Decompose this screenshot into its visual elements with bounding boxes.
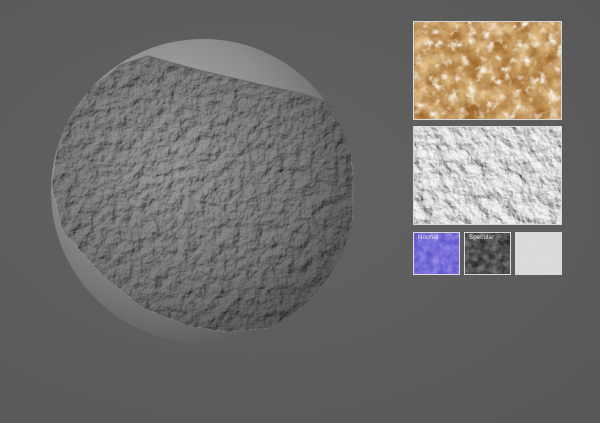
roughness-map-thumbnail[interactable] xyxy=(515,232,562,275)
height-texture-icon xyxy=(414,127,561,224)
preview-sphere[interactable] xyxy=(48,36,358,346)
albedo-texture-icon xyxy=(414,22,561,119)
albedo-map-thumbnail[interactable] xyxy=(413,21,562,120)
3d-viewport[interactable]: Normal Specular xyxy=(0,0,600,423)
specular-map-thumbnail[interactable]: Specular xyxy=(464,232,511,275)
specular-map-label: Specular xyxy=(469,235,495,241)
height-map-thumbnail[interactable] xyxy=(413,126,562,225)
displaced-sphere-icon xyxy=(51,39,355,343)
normal-map-label: Normal xyxy=(418,235,439,241)
roughness-texture-icon xyxy=(516,233,561,274)
normal-map-thumbnail[interactable]: Normal xyxy=(413,232,460,275)
